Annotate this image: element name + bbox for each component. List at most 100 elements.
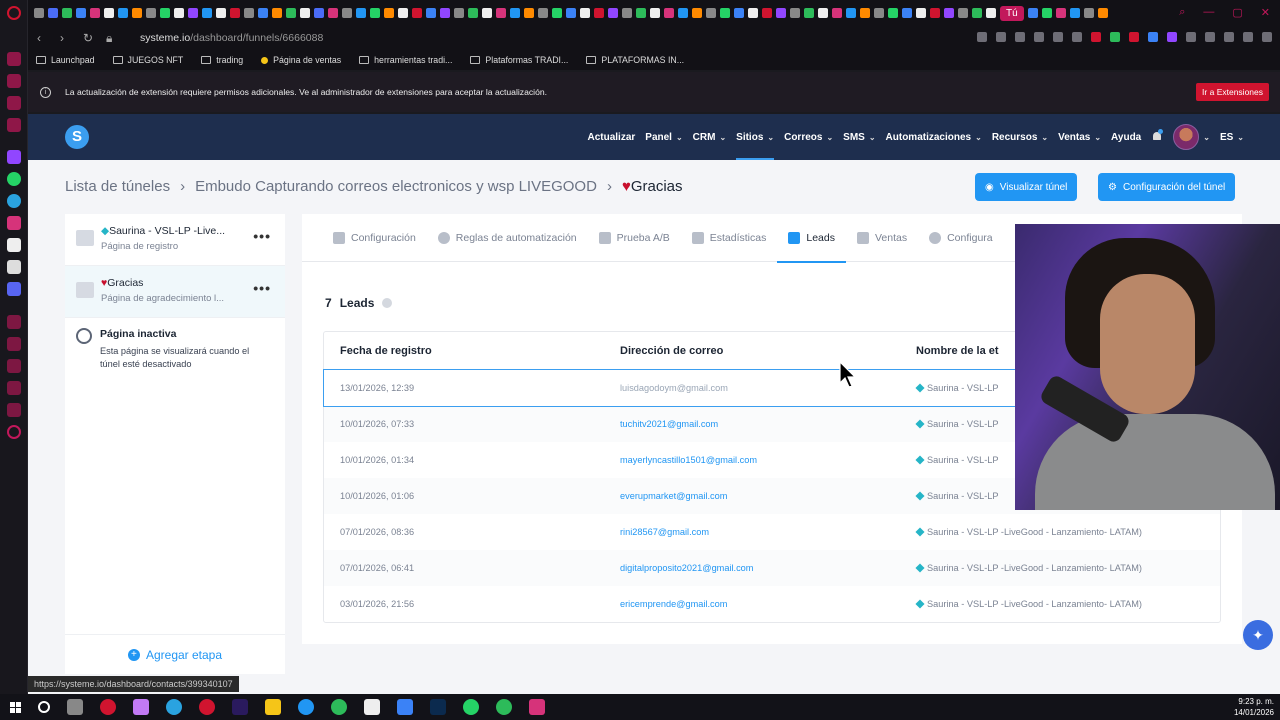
tab-favicon[interactable]: [958, 8, 968, 18]
tab-favicon[interactable]: [244, 8, 254, 18]
extension-icon[interactable]: [1205, 32, 1215, 42]
tab-favicon[interactable]: [230, 8, 240, 18]
cell-email[interactable]: ericemprende@gmail.com: [620, 599, 916, 609]
tab-favicon[interactable]: [930, 8, 940, 18]
back-icon[interactable]: ‹: [37, 31, 51, 45]
tab-favicon[interactable]: [790, 8, 800, 18]
close-icon[interactable]: ✕: [1261, 6, 1270, 19]
tab-favicon[interactable]: [272, 8, 282, 18]
tab-favicon[interactable]: [608, 8, 618, 18]
opera-icon[interactable]: [199, 699, 215, 715]
tab-favicon[interactable]: [426, 8, 436, 18]
tab-favicon[interactable]: [356, 8, 366, 18]
bookmark-item[interactable]: Plataformas TRADI...: [470, 55, 568, 65]
tab-configuracion-2[interactable]: Configura: [918, 214, 1004, 262]
tab-favicon[interactable]: [622, 8, 632, 18]
user-menu[interactable]: ⌄: [1173, 114, 1210, 160]
whatsapp-icon[interactable]: [463, 699, 479, 715]
tab-favicon[interactable]: [902, 8, 912, 18]
tab-favicon[interactable]: [832, 8, 842, 18]
capcut-icon[interactable]: [364, 699, 380, 715]
tab-favicon[interactable]: [986, 8, 996, 18]
menu-icon[interactable]: [1262, 32, 1272, 42]
tab-favicon[interactable]: [860, 8, 870, 18]
sidebar-app-icon[interactable]: [7, 381, 21, 395]
photoshop-icon[interactable]: [430, 699, 446, 715]
tab-favicon[interactable]: [944, 8, 954, 18]
nav-panel[interactable]: Panel ⌄: [645, 114, 682, 160]
systeme-logo-icon[interactable]: S: [65, 125, 89, 149]
tab-favicon[interactable]: [398, 8, 408, 18]
nav-automatizaciones[interactable]: Automatizaciones ⌄: [886, 114, 982, 160]
tab-configuracion[interactable]: Configuración: [322, 214, 427, 262]
sidebar-app-icon[interactable]: [7, 52, 21, 66]
extension-icon[interactable]: [1243, 32, 1253, 42]
tab-favicon[interactable]: [482, 8, 492, 18]
tab-favicon[interactable]: [776, 8, 786, 18]
forward-icon[interactable]: ›: [60, 31, 74, 45]
nav-ventas[interactable]: Ventas ⌄: [1058, 114, 1101, 160]
bookmark-item[interactable]: Launchpad: [36, 55, 95, 65]
funnel-settings-button[interactable]: ⚙ Configuración del túnel: [1098, 173, 1236, 201]
inactive-page-card[interactable]: Página inactiva Esta página se visualiza…: [65, 318, 285, 371]
nav-actualizar[interactable]: Actualizar: [587, 114, 635, 160]
cell-email[interactable]: luisdagodoym@gmail.com: [620, 383, 916, 393]
bookmark-item[interactable]: herramientas tradi...: [359, 55, 452, 65]
tab-favicon[interactable]: [734, 8, 744, 18]
x-icon[interactable]: [7, 260, 21, 274]
tab-favicon[interactable]: [370, 8, 380, 18]
tab-favicon[interactable]: [888, 8, 898, 18]
task-view-icon[interactable]: [67, 699, 83, 715]
tab-favicon[interactable]: [972, 8, 982, 18]
tab-favicon[interactable]: [342, 8, 352, 18]
bookmark-item[interactable]: PLATAFORMAS IN...: [586, 55, 684, 65]
file-explorer-icon[interactable]: [265, 699, 281, 715]
extension-icon[interactable]: [1110, 32, 1120, 42]
tab-favicon[interactable]: [524, 8, 534, 18]
tab-favicon[interactable]: [874, 8, 884, 18]
system-clock[interactable]: 9:23 p. m. 14/01/2026: [1234, 696, 1274, 718]
discord-icon[interactable]: [7, 282, 21, 296]
tab-favicon[interactable]: [692, 8, 702, 18]
tab-favicon[interactable]: [258, 8, 268, 18]
opera-logo-icon[interactable]: [7, 6, 21, 20]
tab-favicon[interactable]: [160, 8, 170, 18]
extension-icon[interactable]: [1224, 32, 1234, 42]
tab-favicon[interactable]: [118, 8, 128, 18]
tab-favicon[interactable]: [1055, 8, 1066, 18]
cell-email[interactable]: rini28567@gmail.com: [620, 527, 916, 537]
premiere-icon[interactable]: [232, 699, 248, 715]
tab-favicon[interactable]: [62, 8, 72, 18]
tab-ventas[interactable]: Ventas: [846, 214, 918, 262]
chrome-icon[interactable]: [331, 699, 347, 715]
help-icon[interactable]: [382, 298, 393, 308]
nav-recursos[interactable]: Recursos ⌄: [992, 114, 1048, 160]
extension-icon[interactable]: [1072, 32, 1082, 42]
tab-favicon[interactable]: [468, 8, 478, 18]
extension-icon[interactable]: [1091, 32, 1101, 42]
active-tab[interactable]: Tú: [1000, 5, 1024, 21]
settings-icon[interactable]: [7, 425, 21, 439]
extension-icon[interactable]: [1148, 32, 1158, 42]
extension-icon[interactable]: [1186, 32, 1196, 42]
sidebar-app-icon[interactable]: [7, 118, 21, 132]
tab-favicon[interactable]: [384, 8, 394, 18]
tab-favicon[interactable]: [566, 8, 576, 18]
tab-favicon[interactable]: [762, 8, 772, 18]
tab-favicon[interactable]: [300, 8, 310, 18]
cell-email[interactable]: everupmarket@gmail.com: [620, 491, 916, 501]
tab-favicon[interactable]: [146, 8, 156, 18]
more-options-icon[interactable]: •••: [253, 228, 271, 244]
tab-reglas[interactable]: Reglas de automatización: [427, 214, 588, 262]
sidebar-app-icon[interactable]: [7, 359, 21, 373]
step-card[interactable]: ◆Saurina - VSL-LP -Live... Página de reg…: [65, 214, 285, 266]
tab-favicon[interactable]: [748, 8, 758, 18]
twitch-icon[interactable]: [7, 150, 21, 164]
tab-favicon[interactable]: [34, 8, 44, 18]
tab-prueba-ab[interactable]: Prueba A/B: [588, 214, 681, 262]
tab-favicon[interactable]: [328, 8, 338, 18]
tab-favicon[interactable]: [720, 8, 730, 18]
extension-icon[interactable]: [996, 32, 1006, 42]
tab-favicon[interactable]: [846, 8, 856, 18]
extension-icon[interactable]: [1129, 32, 1139, 42]
